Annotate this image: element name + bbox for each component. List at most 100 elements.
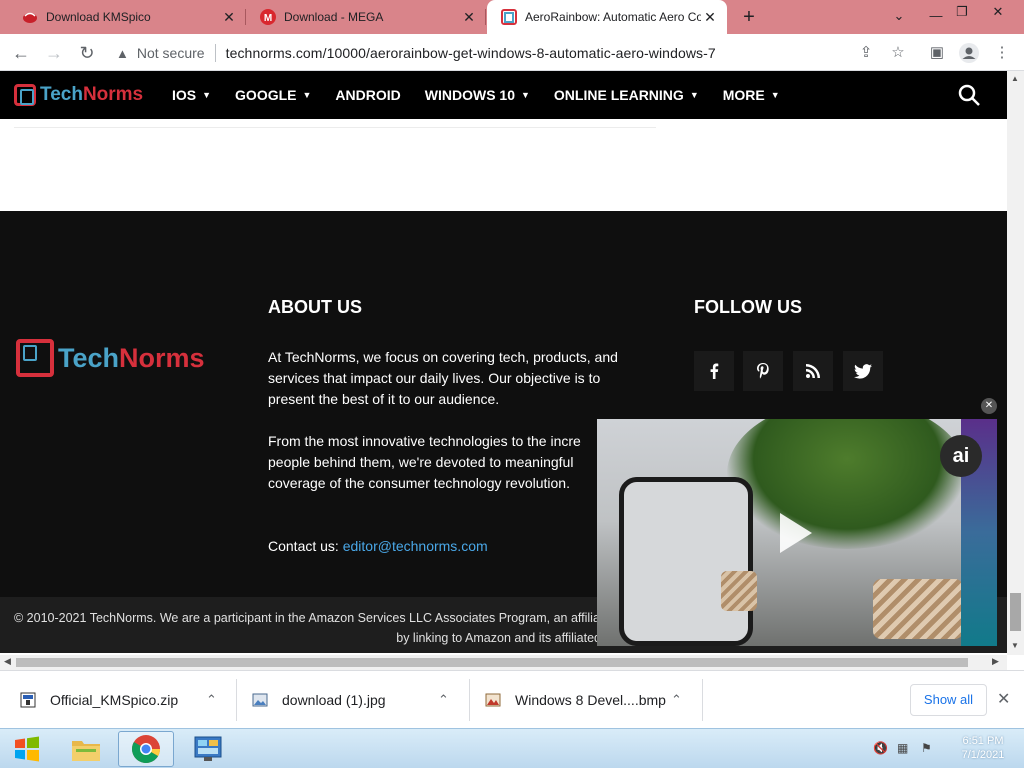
- security-label[interactable]: Not secure: [137, 45, 205, 61]
- download-item[interactable]: download (1).jpg ⌃: [252, 671, 466, 729]
- download-shelf: Official_KMSpico.zip ⌃ download (1).jpg …: [0, 670, 1024, 728]
- pinterest-icon[interactable]: [743, 351, 783, 391]
- scroll-right-icon[interactable]: ▶: [992, 656, 999, 667]
- browser-menu-icon[interactable]: ⋮: [992, 43, 1012, 63]
- system-clock[interactable]: 6:51 PM 7/1/2021: [952, 734, 1014, 762]
- volume-muted-icon[interactable]: 🔇: [873, 741, 888, 755]
- main-menu: IOS ▼ GOOGLE ▼ ANDROID WINDOWS 10 ▼ ONLINE …: [172, 71, 804, 119]
- image-file-icon: [252, 693, 268, 707]
- download-divider: [236, 679, 237, 721]
- site-navbar: TechNorms IOS ▼ GOOGLE ▼ ANDROID WINDOWS 1…: [0, 71, 1007, 119]
- profile-avatar-icon[interactable]: [959, 43, 979, 63]
- content-divider: [14, 127, 656, 128]
- nav-item-online-learning[interactable]: ONLINE LEARNING ▼: [554, 87, 699, 103]
- nav-item-android[interactable]: ANDROID: [335, 87, 400, 103]
- nav-label: ANDROID: [335, 87, 401, 103]
- share-icon[interactable]: ⇪: [856, 43, 876, 63]
- footer-logo-text: TechNorms: [58, 343, 205, 374]
- tab-download-mega[interactable]: M Download - MEGA ✕: [246, 0, 486, 34]
- close-download-shelf-icon[interactable]: ✕: [997, 689, 1010, 709]
- action-center-icon[interactable]: ⚑: [921, 741, 932, 755]
- video-close-button[interactable]: ✕: [981, 398, 997, 414]
- about-paragraph-2: From the most innovative technologies to…: [268, 431, 581, 494]
- play-icon[interactable]: [780, 513, 812, 553]
- contact-label: Contact us:: [268, 538, 339, 554]
- minimize-icon[interactable]: —: [924, 8, 948, 23]
- tab-close-icon[interactable]: ✕: [701, 9, 719, 26]
- chevron-down-icon: ▼: [770, 90, 780, 100]
- show-all-downloads-button[interactable]: Show all: [910, 684, 987, 716]
- vertical-scroll-thumb[interactable]: [1010, 593, 1021, 631]
- network-icon[interactable]: ▦: [897, 741, 908, 755]
- windows-taskbar: 🔇 ▦ ⚑ 6:51 PM 7/1/2021: [0, 728, 1024, 768]
- forward-icon[interactable]: →: [42, 41, 66, 65]
- chevron-up-icon[interactable]: ⌃: [438, 692, 449, 708]
- window-close-icon[interactable]: ✕: [986, 4, 1010, 20]
- tab-close-icon[interactable]: ✕: [220, 9, 238, 26]
- nav-item-windows-10[interactable]: WINDOWS 10 ▼: [425, 87, 530, 103]
- new-tab-button[interactable]: +: [738, 6, 760, 28]
- tab-search-chevron-icon[interactable]: ⌄: [887, 8, 911, 24]
- nav-item-google[interactable]: GOOGLE ▼: [235, 87, 311, 103]
- download-item[interactable]: Official_KMSpico.zip ⌃: [20, 671, 234, 729]
- back-icon[interactable]: ←: [9, 41, 33, 65]
- logo-text-norms: Norms: [119, 342, 205, 373]
- control-panel-icon: [194, 736, 222, 761]
- horizontal-scroll-thumb[interactable]: [16, 658, 968, 667]
- technorms-favicon-icon: [501, 9, 517, 25]
- follow-heading: FOLLOW US: [694, 297, 802, 317]
- bmp-file-icon: [485, 693, 501, 707]
- about-heading: ABOUT US: [268, 297, 362, 317]
- chevron-up-icon[interactable]: ⌃: [671, 692, 682, 708]
- scroll-left-icon[interactable]: ◀: [4, 656, 11, 667]
- tab-download-kmspico[interactable]: Download KMSpico ✕: [8, 0, 246, 34]
- taskbar-file-explorer[interactable]: [58, 731, 114, 767]
- horizontal-scrollbar[interactable]: ◀ ▶: [0, 655, 1007, 670]
- rss-icon[interactable]: [793, 351, 833, 391]
- site-logo[interactable]: TechNorms: [14, 84, 143, 106]
- footer-logo[interactable]: TechNorms: [16, 339, 205, 377]
- tab-close-icon[interactable]: ✕: [460, 9, 478, 26]
- restore-icon[interactable]: ❐: [950, 4, 974, 20]
- download-item[interactable]: Windows 8 Devel....bmp ⌃: [485, 671, 699, 729]
- windows-logo-icon: [15, 736, 39, 762]
- about-paragraph-1: At TechNorms, we focus on covering tech,…: [268, 349, 618, 407]
- taskbar-chrome[interactable]: [118, 731, 174, 767]
- bookmark-star-icon[interactable]: ☆: [888, 43, 908, 63]
- nav-item-more[interactable]: MORE ▼: [723, 87, 780, 103]
- facebook-icon[interactable]: [694, 351, 734, 391]
- side-panel-icon[interactable]: ▣: [927, 43, 947, 63]
- chrome-icon: [132, 735, 160, 763]
- tab-title: Download KMSpico: [46, 10, 151, 24]
- chevron-down-icon: ▼: [521, 90, 530, 100]
- technorms-logo-icon: [16, 339, 54, 377]
- twitter-icon[interactable]: [843, 351, 883, 391]
- floating-video-player[interactable]: ai: [597, 419, 997, 646]
- search-icon[interactable]: [957, 83, 981, 107]
- contact-email-link[interactable]: editor@technorms.com: [343, 538, 488, 554]
- vertical-scrollbar[interactable]: ▲ ▼: [1007, 71, 1024, 655]
- start-button[interactable]: [2, 731, 52, 767]
- download-divider: [702, 679, 703, 721]
- logo-text: TechNorms: [40, 84, 143, 106]
- about-paragraph-2-line: From the most innovative technologies to…: [268, 433, 581, 449]
- zip-file-icon: [20, 692, 36, 708]
- nav-item-ios[interactable]: IOS ▼: [172, 87, 211, 103]
- address-bar[interactable]: ▲ Not secure technorms.com/10000/aerorai…: [112, 38, 844, 68]
- download-filename: Official_KMSpico.zip: [50, 692, 179, 708]
- scroll-up-icon[interactable]: ▲: [1011, 74, 1019, 83]
- tab-aerorainbow[interactable]: AeroRainbow: Automatic Aero Co ✕: [487, 0, 727, 34]
- warning-icon[interactable]: ▲: [116, 46, 129, 61]
- chevron-down-icon: ▼: [689, 90, 699, 100]
- tab-title: Download - MEGA: [284, 10, 384, 24]
- nav-label: GOOGLE: [235, 87, 297, 103]
- chevron-down-icon: ▼: [202, 90, 212, 100]
- video-phone-graphic: [619, 477, 753, 646]
- reload-icon[interactable]: ↻: [75, 41, 99, 65]
- chevron-up-icon[interactable]: ⌃: [206, 692, 217, 708]
- scroll-down-icon[interactable]: ▼: [1011, 641, 1019, 650]
- about-paragraph-2-line: coverage of the consumer technology revo…: [268, 475, 570, 491]
- taskbar-control-panel[interactable]: [180, 731, 236, 767]
- clock-date: 7/1/2021: [961, 749, 1005, 761]
- url-text[interactable]: technorms.com/10000/aerorainbow-get-wind…: [226, 45, 716, 61]
